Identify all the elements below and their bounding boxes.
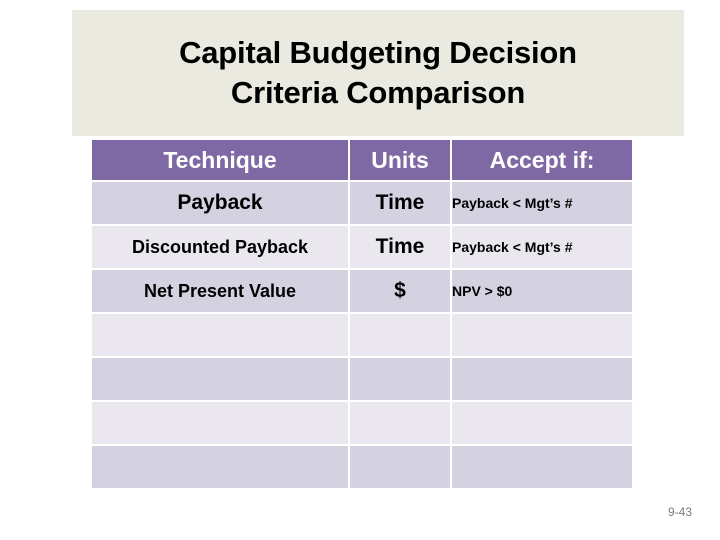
cell-units (350, 314, 450, 356)
cell-accept-if: Payback < Mgt’s # (452, 182, 632, 224)
page-title: Capital Budgeting Decision Criteria Comp… (179, 35, 577, 110)
cell-units (350, 358, 450, 400)
cell-technique (92, 314, 348, 356)
cell-units: Time (350, 182, 450, 224)
table-header: Technique Units Accept if: (92, 140, 632, 180)
column-header-accept-if: Accept if: (452, 140, 632, 180)
table-row: Net Present Value $ NPV > $0 (92, 270, 632, 312)
cell-accept-if (452, 314, 632, 356)
cell-units: $ (350, 270, 450, 312)
slide-number: 9-43 (667, 505, 692, 519)
cell-technique (92, 446, 348, 488)
table-row (92, 446, 632, 488)
table-row: Discounted Payback Time Payback < Mgt’s … (92, 226, 632, 268)
title-banner: Capital Budgeting Decision Criteria Comp… (72, 10, 684, 136)
cell-units: Time (350, 226, 450, 268)
table-body: Payback Time Payback < Mgt’s # Discounte… (92, 182, 632, 488)
table-row (92, 314, 632, 356)
cell-accept-if (452, 446, 632, 488)
cell-accept-if (452, 358, 632, 400)
table-header-row: Technique Units Accept if: (92, 140, 632, 180)
cell-technique: Discounted Payback (92, 226, 348, 268)
table-row (92, 358, 632, 400)
cell-accept-if: Payback < Mgt’s # (452, 226, 632, 268)
table-row (92, 402, 632, 444)
cell-technique (92, 402, 348, 444)
cell-accept-if: NPV > $0 (452, 270, 632, 312)
cell-units (350, 446, 450, 488)
column-header-technique: Technique (92, 140, 348, 180)
cell-technique: Payback (92, 182, 348, 224)
cell-accept-if (452, 402, 632, 444)
cell-technique: Net Present Value (92, 270, 348, 312)
table-row: Payback Time Payback < Mgt’s # (92, 182, 632, 224)
cell-technique (92, 358, 348, 400)
column-header-units: Units (350, 140, 450, 180)
cell-units (350, 402, 450, 444)
criteria-comparison-table: Technique Units Accept if: Payback Time … (90, 138, 634, 490)
